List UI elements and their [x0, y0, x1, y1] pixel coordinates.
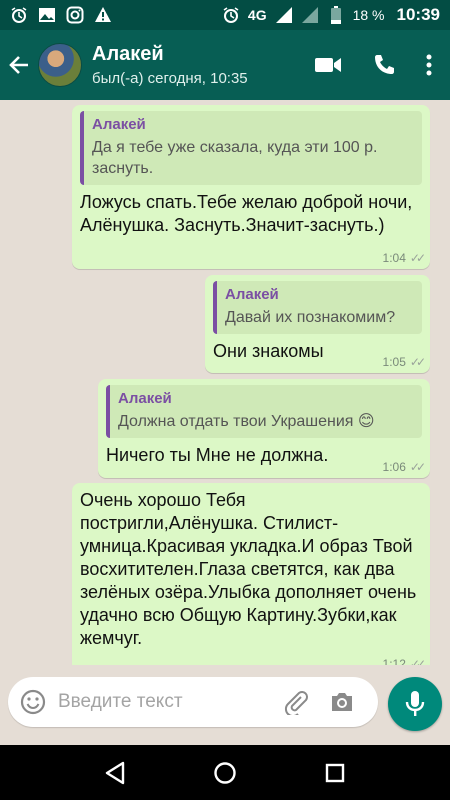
nav-back-button[interactable] — [95, 753, 135, 793]
message-text: Ничего ты Мне не должна. — [106, 445, 329, 465]
emoji-button[interactable] — [8, 677, 58, 727]
video-call-icon — [315, 58, 341, 72]
more-vert-icon — [426, 54, 432, 76]
quoted-message[interactable]: Алакей Давай их познакомим? — [213, 281, 422, 334]
recents-square-icon — [325, 763, 345, 782]
voice-call-button[interactable] — [372, 53, 396, 77]
message-time: 1:12 — [382, 657, 406, 665]
message-meta: 1:04 ✓✓ — [382, 251, 427, 265]
message-time: 1:05 — [382, 355, 406, 369]
attach-button[interactable] — [273, 677, 319, 727]
read-ticks-icon: ✓✓ — [409, 355, 426, 369]
quoted-message[interactable]: Алакей Да я тебе уже сказала, куда эти 1… — [80, 111, 422, 185]
alarm-icon — [10, 6, 28, 24]
quote-author: Алакей — [225, 286, 279, 303]
quote-author: Алакей — [118, 390, 172, 407]
warning-icon — [94, 6, 112, 24]
message-bubble[interactable]: Алакей Должна отдать твои Украшения 😊 Ни… — [98, 379, 430, 478]
alarm-clock-icon — [222, 6, 240, 24]
voice-record-button[interactable] — [388, 677, 442, 731]
status-bar: 4G 18 % 10:39 — [0, 0, 450, 30]
chat-area[interactable]: Алакей Да я тебе уже сказала, куда эти 1… — [0, 100, 450, 665]
quote-author: Алакей — [92, 116, 146, 133]
image-icon — [38, 6, 56, 24]
quote-text: Должна отдать твои Украшения 😊 — [118, 413, 375, 430]
back-button[interactable] — [0, 30, 38, 100]
more-options-button[interactable] — [426, 54, 432, 76]
message-bubble[interactable]: Очень хорошо Тебя постригли,Алёнушка. Ст… — [72, 483, 430, 665]
back-arrow-icon — [9, 56, 28, 74]
quoted-message[interactable]: Алакей Должна отдать твои Украшения 😊 — [106, 385, 422, 438]
phone-icon — [375, 55, 394, 74]
message-meta: 1:12 ✓✓ — [382, 657, 427, 665]
quote-text: Да я тебе уже сказала, куда эти 100 р. з… — [92, 139, 378, 177]
mic-icon — [405, 691, 425, 716]
avatar[interactable] — [38, 43, 82, 87]
video-call-button[interactable] — [314, 55, 342, 75]
attach-icon — [284, 691, 308, 715]
message-input[interactable] — [58, 682, 273, 722]
message-meta: 1:05 ✓✓ — [382, 355, 427, 369]
quote-text: Давай их познакомим? — [225, 309, 396, 326]
battery-percent: 18 % — [352, 7, 385, 23]
message-text: Очень хорошо Тебя постригли,Алёнушка. Ст… — [80, 490, 417, 648]
system-nav-bar — [0, 745, 450, 800]
message-bubble[interactable]: Алакей Да я тебе уже сказала, куда эти 1… — [72, 105, 430, 269]
nav-home-button[interactable] — [205, 753, 245, 793]
network-type: 4G — [247, 7, 267, 23]
read-ticks-icon: ✓✓ — [409, 657, 426, 665]
compose-pill — [8, 677, 378, 727]
home-circle-icon — [214, 761, 236, 784]
no-signal-icon — [301, 6, 319, 24]
message-bubble[interactable]: Алакей Давай их познакомим? Они знакомы … — [205, 275, 430, 373]
contact-info[interactable]: Алакей был(-а) сегодня, 10:35 — [92, 43, 248, 87]
message-text: Ложусь спать.Тебе желаю доброй ночи, Алё… — [80, 192, 413, 235]
nav-recents-button[interactable] — [315, 753, 355, 793]
message-time: 1:06 — [382, 460, 406, 474]
chat-header: Алакей был(-а) сегодня, 10:35 — [0, 30, 450, 100]
signal-icon — [275, 6, 293, 24]
contact-name: Алакей — [92, 43, 164, 65]
message-meta: 1:06 ✓✓ — [382, 460, 427, 474]
read-ticks-icon: ✓✓ — [409, 251, 426, 265]
read-ticks-icon: ✓✓ — [409, 460, 426, 474]
emoji-icon — [20, 689, 46, 715]
battery-icon — [327, 6, 345, 24]
camera-button[interactable] — [319, 677, 365, 727]
instagram-icon — [66, 6, 84, 24]
compose-bar — [0, 665, 450, 745]
message-time: 1:04 — [382, 251, 406, 265]
contact-last-seen: был(-а) сегодня, 10:35 — [92, 70, 248, 87]
back-triangle-icon — [105, 761, 125, 784]
clock: 10:39 — [396, 5, 440, 24]
camera-icon — [332, 693, 352, 711]
